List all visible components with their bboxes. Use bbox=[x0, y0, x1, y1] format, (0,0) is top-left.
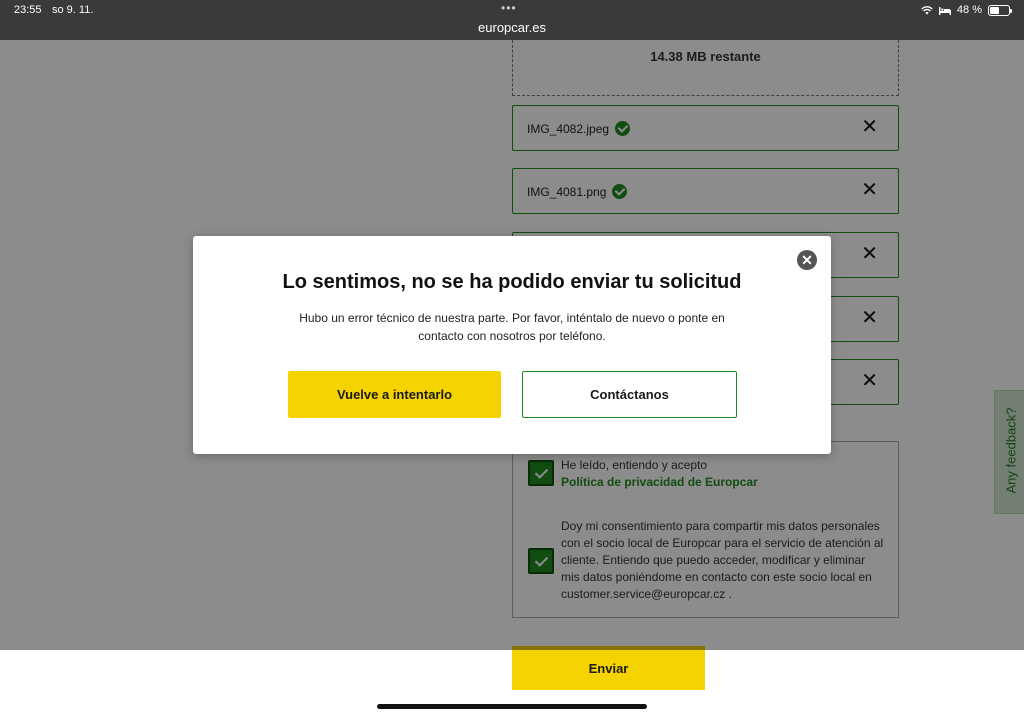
status-date: so 9. 11. bbox=[52, 4, 94, 16]
battery-fill bbox=[990, 6, 999, 14]
home-indicator[interactable] bbox=[377, 704, 647, 709]
status-time: 23:55 bbox=[14, 4, 42, 16]
wifi-icon bbox=[921, 6, 933, 15]
dialog-title: Lo sentimos, no se ha podido enviar tu s… bbox=[282, 271, 742, 293]
dialog-message: Hubo un error técnico de nuestra parte. … bbox=[273, 309, 751, 345]
battery-icon bbox=[988, 4, 1012, 16]
status-bar: 23:55 so 9. 11. ••• europcar.es 48 % bbox=[0, 0, 1024, 40]
dialog-message-line: contacto con nosotros por teléfono. bbox=[418, 329, 606, 343]
close-icon[interactable]: ✕ bbox=[797, 250, 817, 270]
submit-button[interactable]: Enviar bbox=[512, 646, 705, 690]
bed-icon bbox=[938, 6, 951, 15]
battery-percent: 48 % bbox=[956, 4, 982, 16]
dialog-message-line: Hubo un error técnico de nuestra parte. … bbox=[299, 311, 725, 325]
contact-button[interactable]: Contáctanos bbox=[522, 371, 737, 418]
retry-button[interactable]: Vuelve a intentarlo bbox=[288, 371, 501, 418]
error-dialog: ✕ Lo sentimos, no se ha podido enviar tu… bbox=[193, 236, 831, 454]
status-right: 48 % bbox=[921, 4, 1012, 16]
address-bar-url[interactable]: europcar.es bbox=[0, 20, 1024, 35]
more-dots-icon[interactable]: ••• bbox=[501, 1, 517, 15]
